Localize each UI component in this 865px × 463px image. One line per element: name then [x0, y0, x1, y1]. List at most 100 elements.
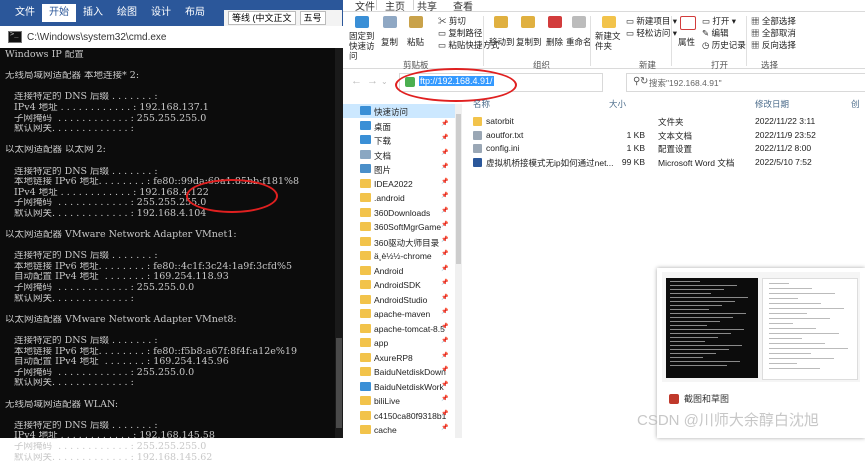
properties-button[interactable]: 属性 [678, 36, 695, 48]
nav-item[interactable]: 图片 📌 [343, 162, 455, 176]
pin-icon[interactable]: 📌 [441, 192, 448, 199]
nav-item[interactable]: app 📌 [343, 336, 455, 350]
pin-icon[interactable]: 📌 [441, 366, 448, 373]
file-row[interactable]: aoutfor.txt 1 KB 2022/11/9 23:52 文本文档 [468, 129, 865, 142]
pin-icon[interactable]: 📌 [441, 163, 448, 170]
pin-icon[interactable]: 📌 [441, 221, 448, 228]
column-header-name[interactable]: 名称 [473, 98, 490, 110]
nav-item[interactable]: AndroidStudio 📌 [343, 293, 455, 307]
nav-item[interactable]: 桌面 📌 [343, 119, 455, 133]
select-none-button[interactable]: ▦ 全部取消 [751, 27, 796, 39]
easy-access-button[interactable]: ▭ 轻松访问 ▾ [626, 27, 677, 39]
nav-item[interactable]: 360驱动大师目录 📌 [343, 235, 455, 249]
word-tab-design[interactable]: 设计 [144, 4, 178, 22]
nav-scrollbar[interactable] [455, 104, 462, 438]
cmd-title: C:\Windows\system32\cmd.exe [27, 31, 167, 43]
font-size-select[interactable]: 五号 [299, 11, 326, 25]
nav-item[interactable]: cache 📌 [343, 423, 455, 437]
pin-icon[interactable]: 📌 [441, 250, 448, 257]
pin-icon[interactable]: 📌 [441, 352, 448, 359]
nav-item[interactable]: 下载 📌 [343, 133, 455, 147]
nav-item[interactable]: 文档 📌 [343, 148, 455, 162]
copy-path-button[interactable]: ▭ 复制路径 [438, 27, 482, 39]
copy-to-button[interactable]: 复制到 [516, 36, 542, 48]
thumbnail-line [670, 317, 733, 318]
edit-button[interactable]: ✎ 编辑 [702, 27, 729, 39]
cmd-line: 默认网关. . . . . . . . . . . . . : [5, 378, 134, 389]
column-header-size[interactable]: 大小 [609, 98, 626, 110]
screenshot-thumbnail[interactable] [662, 272, 860, 382]
word-tab-insert[interactable]: 插入 [76, 4, 110, 22]
cmd-scrollbar-thumb[interactable] [336, 338, 342, 428]
pin-icon[interactable]: 📌 [441, 424, 448, 431]
nav-item[interactable]: 360SoftMgrGame 📌 [343, 220, 455, 234]
nav-item[interactable]: 快速访问 [343, 104, 455, 118]
copy-button[interactable]: 复制 [381, 36, 398, 48]
paste-button[interactable]: 粘贴 [407, 36, 424, 48]
pin-to-quick-access-button[interactable]: 固定到快速访问 [349, 31, 379, 61]
invert-selection-button[interactable]: ▦ 反向选择 [751, 39, 796, 51]
pin-icon[interactable]: 📌 [441, 207, 448, 214]
ribbon-separator [671, 16, 672, 66]
cut-button[interactable]: ✂ 剪切 [438, 15, 466, 27]
delete-button[interactable]: 删除 [546, 36, 563, 48]
search-input[interactable]: ⚲ 搜索"192.168.4.91" [626, 73, 865, 92]
word-tab-file[interactable]: 文件 [8, 4, 42, 22]
file-size: 99 KB [621, 156, 645, 167]
cmd-line [5, 389, 343, 400]
font-name-select[interactable]: 等线 (中文正文 [228, 11, 296, 25]
pin-icon[interactable]: 📌 [441, 308, 448, 315]
nav-item[interactable]: .android 📌 [343, 191, 455, 205]
new-folder-button[interactable]: 新建文件夹 [595, 31, 623, 51]
word-tab-home[interactable]: 开始 [42, 4, 76, 22]
nav-item[interactable]: BaiduNetdiskWork 📌 [343, 380, 455, 394]
cmd-scrollbar[interactable] [335, 48, 343, 438]
select-all-button[interactable]: ▦ 全部选择 [751, 15, 796, 27]
forward-arrow-icon[interactable]: → [367, 75, 378, 87]
cmd-line [5, 241, 343, 252]
nav-item[interactable]: AndroidSDK 📌 [343, 278, 455, 292]
nav-item[interactable]: 360Downloads 📌 [343, 206, 455, 220]
pin-icon[interactable]: 📌 [441, 294, 448, 301]
open-button[interactable]: ▭ 打开 ▾ [702, 15, 736, 27]
column-header-type[interactable]: 创 [851, 98, 860, 110]
rename-button[interactable]: 重命名 [566, 36, 592, 48]
file-row[interactable]: satorbit 2022/11/22 3:11 文件夹 [468, 115, 865, 128]
cmd-line: 自动配置 IPv4 地址 . . . . . . . : 169.254.118… [5, 272, 229, 283]
nav-item[interactable]: apache-maven 📌 [343, 307, 455, 321]
column-header-date[interactable]: 修改日期 [755, 98, 789, 110]
nav-item[interactable]: IDEA2022 📌 [343, 177, 455, 191]
pin-icon[interactable]: 📌 [441, 265, 448, 272]
nav-item[interactable]: biliLive 📌 [343, 394, 455, 408]
pin-icon[interactable]: 📌 [441, 337, 448, 344]
nav-item[interactable]: Android 📌 [343, 264, 455, 278]
nav-item[interactable]: apache-tomcat-8.5 📌 [343, 322, 455, 336]
word-tab-layout[interactable]: 布局 [178, 4, 212, 22]
nav-item[interactable]: AxureRP8 📌 [343, 351, 455, 365]
nav-scrollbar-thumb[interactable] [456, 114, 461, 264]
nav-item[interactable]: c4150ca80f9318b1 📌 [343, 409, 455, 423]
pin-icon[interactable]: 📌 [441, 323, 448, 330]
pin-icon[interactable]: 📌 [441, 395, 448, 402]
chevron-down-icon[interactable]: ⌄ [381, 77, 388, 86]
pin-icon[interactable]: 📌 [441, 410, 448, 417]
move-to-button[interactable]: 移动到 [489, 36, 515, 48]
pin-icon[interactable]: 📌 [441, 279, 448, 286]
pin-icon[interactable]: 📌 [441, 381, 448, 388]
tab-home[interactable]: 主页 [376, 0, 414, 13]
nav-item[interactable]: ä¸è½½-chrome 📌 [343, 249, 455, 263]
nav-item[interactable]: BaiduNetdiskDown 📌 [343, 365, 455, 379]
pin-icon[interactable]: 📌 [441, 134, 448, 141]
pin-icon[interactable]: 📌 [441, 120, 448, 127]
pin-icon[interactable]: 📌 [441, 178, 448, 185]
file-row[interactable]: 虚拟机桥接模式无ip如何通过net... 99 KB 2022/5/10 7:52 M… [468, 156, 865, 169]
cmd-title-bar[interactable]: C:\Windows\system32\cmd.exe [0, 26, 343, 48]
file-row[interactable]: config.ini 1 KB 2022/11/2 8:00 配置设置 [468, 142, 865, 155]
back-arrow-icon[interactable]: ← [351, 75, 362, 87]
history-button[interactable]: ◷ 历史记录 [702, 39, 746, 51]
pin-icon[interactable]: 📌 [441, 236, 448, 243]
new-item-button[interactable]: ▭ 新建项目 ▾ [626, 15, 677, 27]
word-tab-draw[interactable]: 绘图 [110, 4, 144, 22]
pin-icon[interactable]: 📌 [441, 149, 448, 156]
cmd-line: 以太网适配器 VMware Network Adapter VMnet1: [5, 230, 237, 241]
